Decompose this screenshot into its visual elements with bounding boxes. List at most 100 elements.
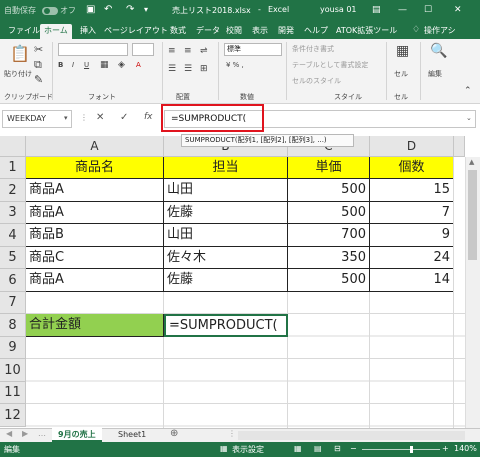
zoom-slider[interactable] — [362, 449, 440, 450]
row-header[interactable]: 10 — [0, 359, 26, 382]
row-header[interactable]: 7 — [0, 292, 26, 314]
autosave-toggle[interactable] — [42, 7, 58, 15]
conditional-format-button[interactable]: 条件付き書式 — [292, 44, 334, 54]
collapse-ribbon-icon[interactable]: ⌃ — [464, 85, 472, 97]
borders-icon[interactable]: ▦ — [100, 59, 109, 71]
table-cell[interactable]: 商品C — [26, 247, 164, 269]
underline-icon[interactable]: U — [84, 61, 89, 69]
table-header-cell[interactable]: 単価 — [288, 157, 370, 179]
paste-label[interactable]: 貼り付け — [4, 69, 32, 79]
table-cell[interactable]: 山田 — [164, 179, 288, 202]
page-layout-view-icon[interactable]: ▤ — [314, 444, 322, 453]
row-header[interactable]: 1 — [0, 157, 26, 179]
tab-view[interactable]: 表示 — [248, 24, 272, 39]
table-cell[interactable]: 商品B — [26, 224, 164, 247]
font-size-box[interactable] — [132, 43, 154, 56]
tab-developer[interactable]: 開発 — [274, 24, 298, 39]
table-cell[interactable]: 商品A — [26, 269, 164, 292]
empty-rows-area[interactable] — [26, 292, 465, 428]
table-cell[interactable]: 500 — [288, 179, 370, 202]
select-all-corner[interactable] — [0, 136, 26, 157]
close-icon[interactable]: ✕ — [454, 3, 462, 17]
tab-data[interactable]: データ — [192, 24, 224, 39]
row-header[interactable]: 11 — [0, 382, 26, 404]
column-header-e[interactable] — [454, 136, 465, 157]
row-header[interactable]: 3 — [0, 202, 26, 224]
accounting-format-icon[interactable]: ¥ % , — [226, 61, 244, 69]
align-top-icon[interactable]: ≡ — [168, 45, 176, 57]
table-cell[interactable]: 500 — [288, 269, 370, 292]
table-cell[interactable]: 350 — [288, 247, 370, 269]
new-sheet-icon[interactable]: ⊕ — [170, 428, 178, 439]
row-header[interactable]: 12 — [0, 404, 26, 427]
column-header-d[interactable]: D — [370, 136, 454, 157]
align-middle-icon[interactable]: ≡ — [184, 45, 192, 57]
column-header-a[interactable]: A — [26, 136, 164, 157]
row-header[interactable]: 8 — [0, 314, 26, 337]
table-cell[interactable]: 7 — [370, 202, 454, 224]
page-break-view-icon[interactable]: ⊟ — [334, 444, 341, 453]
zoom-slider-thumb[interactable] — [410, 446, 413, 453]
table-cell[interactable]: 商品A — [26, 202, 164, 224]
format-as-table-button[interactable]: テーブルとして書式設定 — [292, 60, 368, 70]
align-left-icon[interactable]: ☰ — [168, 63, 176, 75]
zoom-out-icon[interactable]: − — [350, 444, 357, 453]
italic-icon[interactable]: I — [72, 61, 74, 69]
table-cell[interactable]: 佐々木 — [164, 247, 288, 269]
cells-icon[interactable]: ▦ — [396, 44, 409, 58]
zoom-level[interactable]: 140% — [454, 444, 477, 453]
fill-color-icon[interactable]: ◈ — [118, 59, 125, 71]
table-cell[interactable]: 14 — [370, 269, 454, 292]
cancel-icon[interactable]: ✕ — [96, 112, 104, 123]
minimize-icon[interactable]: — — [398, 3, 407, 17]
scrollbar-thumb[interactable] — [468, 170, 477, 260]
copy-icon[interactable]: ⧉ — [34, 59, 42, 71]
row-header[interactable]: 6 — [0, 269, 26, 292]
tab-review[interactable]: 校閲 — [222, 24, 246, 39]
customize-qat-icon[interactable]: ▾ — [144, 3, 148, 17]
zoom-in-icon[interactable]: + — [442, 444, 449, 453]
tab-insert[interactable]: 挿入 — [76, 24, 100, 39]
more-sheets-icon[interactable]: … — [38, 429, 46, 438]
paste-icon[interactable]: 📋 — [10, 45, 30, 63]
undo-icon[interactable]: ↶ — [104, 3, 112, 17]
tab-atok[interactable]: ATOK拡張ツール — [332, 24, 401, 39]
sheet-tab-sheet1[interactable]: Sheet1 — [112, 428, 152, 442]
number-format-select[interactable]: 標準 — [224, 43, 282, 56]
name-box-dropdown-icon[interactable]: ▾ — [64, 114, 68, 122]
font-name-box[interactable] — [58, 43, 128, 56]
active-cell-b8[interactable]: =SUMPRODUCT( — [164, 314, 288, 337]
tell-me-search[interactable]: 操作アシ — [420, 24, 460, 39]
sheet-tab-september[interactable]: 9月の売上 — [52, 428, 102, 442]
font-color-icon[interactable]: A — [136, 61, 141, 69]
row-header[interactable]: 5 — [0, 247, 26, 269]
table-header-cell[interactable]: 個数 — [370, 157, 454, 179]
enter-icon[interactable]: ✓ — [120, 112, 128, 123]
row-header[interactable]: 4 — [0, 224, 26, 247]
scroll-sheets-right-icon[interactable]: ▶ — [22, 429, 28, 438]
table-cell[interactable]: 15 — [370, 179, 454, 202]
tab-help[interactable]: ヘルプ — [300, 24, 332, 39]
align-center-icon[interactable]: ☰ — [184, 63, 192, 75]
table-cell[interactable]: 佐藤 — [164, 269, 288, 292]
table-header-cell[interactable]: 担当 — [164, 157, 288, 179]
table-header-cell[interactable]: 商品名 — [26, 157, 164, 179]
redo-icon[interactable]: ↷ — [126, 3, 134, 17]
cell-styles-button[interactable]: セルのスタイル — [292, 76, 341, 86]
horizontal-scrollbar[interactable] — [238, 431, 465, 440]
table-cell[interactable]: 商品A — [26, 179, 164, 202]
maximize-icon[interactable]: ☐ — [424, 3, 432, 17]
scroll-up-icon[interactable]: ▲ — [469, 158, 474, 166]
user-name[interactable]: yousa 01 — [320, 5, 357, 14]
find-icon[interactable]: 🔍 — [430, 44, 447, 58]
tab-page-layout[interactable]: ページレイアウト — [100, 24, 172, 39]
tab-file[interactable]: ファイル — [4, 24, 44, 39]
table-cell[interactable]: 24 — [370, 247, 454, 269]
edit-button-label[interactable]: 編集 — [428, 69, 442, 79]
table-cell[interactable]: 500 — [288, 202, 370, 224]
total-label-cell[interactable]: 合計金額 — [26, 314, 164, 337]
scroll-sheets-left-icon[interactable]: ◀ — [6, 429, 12, 438]
table-cell[interactable]: 700 — [288, 224, 370, 247]
cells-button-label[interactable]: セル — [394, 69, 408, 79]
table-cell[interactable]: 佐藤 — [164, 202, 288, 224]
